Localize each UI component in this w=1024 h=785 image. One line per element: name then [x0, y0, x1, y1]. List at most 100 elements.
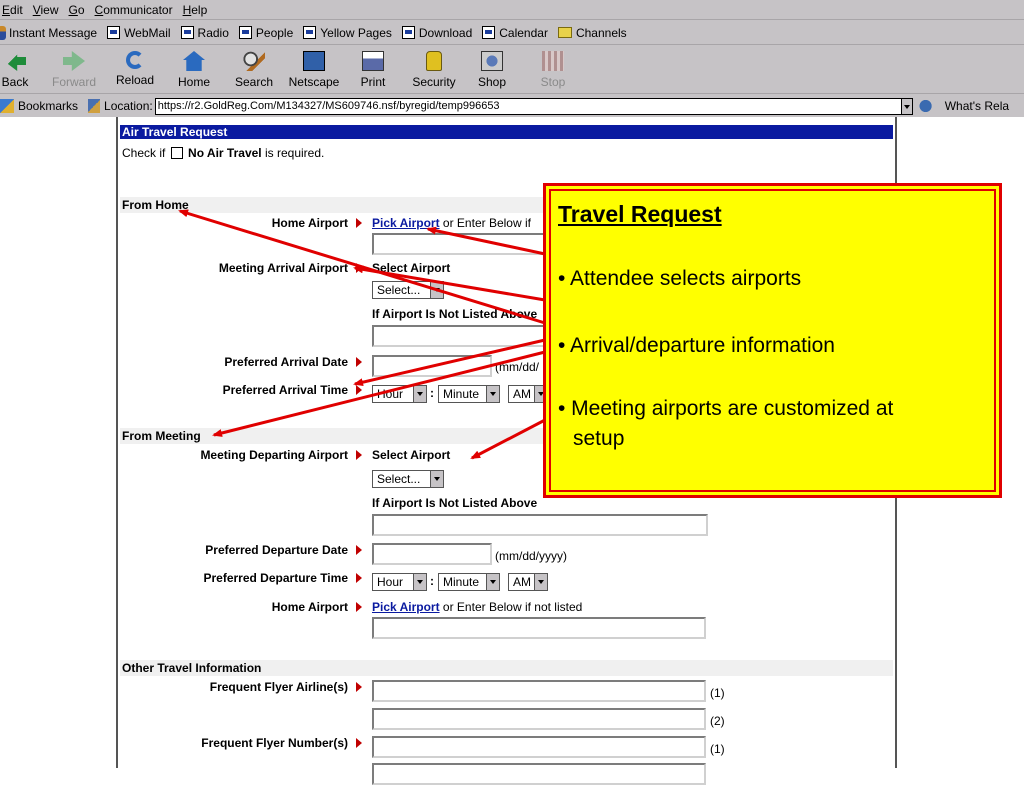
menu-go[interactable]: Go	[65, 3, 91, 17]
frequent-flyer-airline-2-input[interactable]	[372, 708, 706, 730]
other-travel-heading: Other Travel Information	[120, 660, 893, 676]
required-arrow-icon	[356, 738, 362, 748]
callout-title: Travel Request	[558, 201, 722, 227]
departure-date-input[interactable]	[372, 543, 492, 565]
channels-link[interactable]: Channels	[557, 26, 627, 40]
bookmark-page-icon	[180, 26, 194, 39]
airline-1-index: (1)	[710, 686, 725, 700]
chevron-down-icon	[430, 282, 443, 298]
departure-minute-select[interactable]: Minute	[438, 573, 500, 591]
folder-icon	[557, 27, 572, 38]
frequent-flyer-airline-label: Frequent Flyer Airline(s)	[209, 680, 348, 694]
shop-icon	[481, 51, 503, 71]
select-airport-label: Select Airport	[372, 261, 451, 275]
menu-view[interactable]: View	[29, 3, 65, 17]
yellow-pages-link[interactable]: Yellow Pages	[303, 26, 392, 40]
stop-button[interactable]: Stop	[538, 49, 568, 91]
search-button[interactable]: Search	[232, 49, 276, 91]
home-airport-input[interactable]	[372, 233, 547, 255]
bookmark-page-icon	[303, 26, 317, 39]
bookmarks-button[interactable]: Bookmarks	[18, 99, 78, 113]
menu-communicator[interactable]: Communicator	[91, 3, 179, 17]
url-history-dropdown[interactable]	[900, 97, 913, 115]
search-icon	[243, 51, 265, 71]
pick-airport-link[interactable]: Pick Airport	[372, 216, 440, 230]
departure-date-format-hint: (mm/dd/yyyy)	[495, 549, 567, 563]
time-separator: :	[430, 574, 434, 588]
menu-edit[interactable]: Edit	[0, 3, 29, 17]
download-link[interactable]: Download	[401, 26, 472, 40]
form-title: Air Travel Request	[120, 125, 893, 139]
chevron-down-icon	[413, 386, 426, 402]
required-arrow-icon	[356, 682, 362, 692]
page-proxy-icon[interactable]	[88, 99, 101, 113]
radio-link[interactable]: Radio	[180, 26, 229, 40]
chevron-down-icon	[413, 574, 426, 590]
no-air-travel-checkbox[interactable]	[170, 147, 183, 159]
return-home-airport-label: Home Airport	[271, 600, 348, 614]
arrival-minute-select[interactable]: Minute	[438, 385, 500, 403]
back-button[interactable]: Back	[0, 49, 30, 91]
preferred-departure-time-label: Preferred Departure Time	[203, 571, 348, 585]
printer-icon	[362, 51, 384, 71]
departing-airport-select[interactable]: Select...	[372, 470, 444, 488]
instant-message-link[interactable]: Instant Message	[0, 25, 97, 40]
arrival-ampm-select[interactable]: AM	[508, 385, 548, 403]
departure-ampm-select[interactable]: AM	[508, 573, 548, 591]
departing-airport-other-input[interactable]	[372, 514, 708, 536]
home-icon	[183, 51, 205, 71]
arrival-airport-select[interactable]: Select...	[372, 281, 444, 299]
security-button[interactable]: Security	[411, 49, 457, 91]
chevron-down-icon	[430, 471, 443, 487]
chevron-down-icon	[534, 574, 547, 590]
required-arrow-icon	[356, 385, 362, 395]
my-netscape-icon	[303, 51, 325, 71]
people-link[interactable]: People	[238, 26, 293, 40]
frequent-flyer-airline-1-input[interactable]	[372, 680, 706, 702]
chevron-down-icon	[486, 574, 499, 590]
departure-hour-select[interactable]: Hour	[372, 573, 427, 591]
instant-message-icon	[0, 25, 6, 40]
whats-related-button[interactable]: What's Rela	[945, 99, 1009, 113]
frequent-flyer-number-1-input[interactable]	[372, 736, 706, 758]
lock-icon	[426, 51, 442, 71]
menu-bar: Edit View Go Communicator Help	[0, 0, 1024, 20]
return-pick-airport-link[interactable]: Pick Airport	[372, 600, 440, 614]
home-button[interactable]: Home	[176, 49, 212, 91]
preferred-departure-date-label: Preferred Departure Date	[205, 543, 348, 557]
reload-button[interactable]: Reload	[114, 49, 156, 91]
back-arrow-icon	[4, 51, 26, 71]
frequent-flyer-number-label: Frequent Flyer Number(s)	[201, 736, 348, 750]
meeting-arrival-airport-label: Meeting Arrival Airport	[218, 261, 348, 275]
frequent-flyer-number-2-input[interactable]	[372, 763, 706, 785]
arrival-date-format-hint: (mm/dd/	[495, 360, 540, 374]
calendar-link[interactable]: Calendar	[482, 26, 548, 40]
callout-bullet-customized-cont: setup	[573, 427, 625, 450]
chevron-down-icon	[486, 386, 499, 402]
webmail-link[interactable]: WebMail	[107, 26, 171, 40]
airline-2-index: (2)	[710, 714, 725, 728]
browser-chrome: Edit View Go Communicator Help Instant M…	[0, 0, 1024, 117]
shop-button[interactable]: Shop	[476, 49, 508, 91]
url-input[interactable]: https://r2.GoldReg.Com/M134327/MS609746.…	[154, 97, 901, 115]
required-arrow-icon	[356, 218, 362, 228]
arrival-hour-select[interactable]: Hour	[372, 385, 427, 403]
netscape-button[interactable]: Netscape	[287, 49, 341, 91]
arrival-airport-other-input[interactable]	[372, 325, 547, 347]
bookmarks-icon	[0, 99, 14, 113]
pick-airport-row: Pick Airport or Enter Below if	[372, 216, 531, 230]
reload-icon	[126, 51, 144, 69]
personal-toolbar: Instant Message WebMail Radio People Yel…	[0, 21, 1024, 45]
whats-related-icon	[918, 99, 941, 113]
menu-help[interactable]: Help	[179, 3, 214, 17]
forward-button[interactable]: Forward	[50, 49, 98, 91]
arrival-date-input[interactable]	[372, 355, 492, 377]
return-home-airport-input[interactable]	[372, 617, 706, 639]
required-arrow-icon	[356, 263, 362, 273]
required-arrow-icon	[356, 602, 362, 612]
print-button[interactable]: Print	[358, 49, 388, 91]
home-airport-label: Home Airport	[271, 216, 348, 230]
required-arrow-icon	[356, 357, 362, 367]
callout-bullet-customized: • Meeting airports are customized at	[558, 397, 894, 420]
location-label: Location:	[104, 99, 153, 113]
